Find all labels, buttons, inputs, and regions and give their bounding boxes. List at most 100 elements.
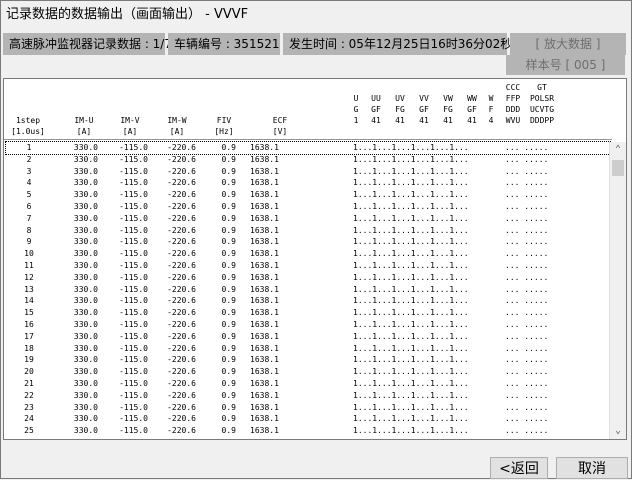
status-tail: ... ..... bbox=[505, 331, 549, 341]
bit-header-4-line-2: VV bbox=[419, 94, 429, 103]
table-row[interactable]: 1 330.0 -115.0 -220.6 0.9 1638.1 1...1...1...1… bbox=[5, 141, 611, 155]
ecf-value: 1638.1 bbox=[250, 296, 279, 306]
ecf-value: 1638.1 bbox=[250, 166, 279, 176]
cancel-button[interactable]: 取消 bbox=[556, 457, 628, 479]
im-w-value: -220.6 bbox=[167, 331, 196, 341]
im-v-value: -115.0 bbox=[119, 296, 148, 306]
table-row[interactable]: 20 330.0 -115.0 -220.6 0.9 1638.1 1...1...1...… bbox=[6, 366, 610, 378]
im-u-value: 330.0 bbox=[73, 296, 98, 306]
table-row[interactable]: 7 330.0 -115.0 -220.6 0.9 1638.1 1...1...1...1… bbox=[6, 213, 610, 225]
bit-header-3-line-4: 41 bbox=[395, 116, 405, 125]
bit-header-2-line-4: 41 bbox=[371, 116, 381, 125]
status-tail: ... ..... bbox=[505, 237, 549, 247]
table-row[interactable]: 12 330.0 -115.0 -220.6 0.9 1638.1 1...1...1...… bbox=[6, 272, 610, 284]
status-tail: ... ..... bbox=[505, 355, 549, 365]
ecf-value: 1638.1 bbox=[250, 367, 279, 377]
fiv-value: 0.9 bbox=[221, 343, 236, 353]
table-row[interactable]: 15 330.0 -115.0 -220.6 0.9 1638.1 1...1...1...… bbox=[6, 307, 610, 319]
header-fiv: FIV bbox=[216, 116, 232, 125]
occurrence-time: 发生时间 : 05年12月25日16时36分02秒 bbox=[283, 33, 512, 55]
table-row[interactable]: 11 330.0 -115.0 -220.6 0.9 1638.1 1...1...1...… bbox=[6, 260, 610, 272]
im-w-value: -220.6 bbox=[167, 379, 196, 388]
status-tail: ... ..... bbox=[505, 367, 549, 377]
im-v-value: -115.0 bbox=[119, 320, 148, 329]
table-row[interactable]: 23 330.0 -115.0 -220.6 0.9 1638.1 1...1...1...… bbox=[6, 402, 610, 414]
status-tail: ... ..... bbox=[505, 379, 549, 388]
table-row[interactable]: 9 330.0 -115.0 -220.6 0.9 1638.1 1...1...1...1… bbox=[6, 236, 610, 248]
table-row[interactable]: 3 330.0 -115.0 -220.6 0.9 1638.1 1...1...1...1… bbox=[6, 166, 610, 178]
bit-flags: 1...1...1...1...1...1... bbox=[353, 414, 469, 424]
row-number: 6 bbox=[26, 202, 32, 211]
vertical-scrollbar[interactable]: ⌃ ⌄ bbox=[609, 142, 626, 439]
header-imu: IM-U bbox=[74, 116, 94, 125]
im-u-value: 330.0 bbox=[73, 178, 98, 188]
ecf-value: 1638.1 bbox=[250, 320, 279, 329]
im-w-value: -220.6 bbox=[167, 355, 196, 365]
fiv-value: 0.9 bbox=[221, 426, 236, 436]
info-bar: 高速脉冲监视器记录数据 : 1/7 车辆编号 : 351521 发生时间 : 0… bbox=[3, 33, 626, 55]
bit-header-6-line-2: WW bbox=[467, 94, 477, 103]
status-tail: ... ..... bbox=[505, 308, 549, 318]
table-row[interactable]: 13 330.0 -115.0 -220.6 0.9 1638.1 1...1...1...… bbox=[6, 284, 610, 296]
bit-header-8-line-2: FFP bbox=[505, 94, 521, 103]
fiv-value: 0.9 bbox=[221, 225, 236, 235]
table-row[interactable]: 5 330.0 -115.0 -220.6 0.9 1638.1 1...1...1...1… bbox=[6, 189, 610, 201]
im-w-value: -220.6 bbox=[167, 367, 196, 377]
table-row[interactable]: 24 330.0 -115.0 -220.6 0.9 1638.1 1...1...1...… bbox=[6, 413, 610, 425]
back-button[interactable]: <返回 bbox=[490, 457, 548, 479]
table-row[interactable]: 10 330.0 -115.0 -220.6 0.9 1638.1 1...1...1...… bbox=[6, 248, 610, 260]
zoom-data-button[interactable]: [ 放大数据 ] bbox=[510, 33, 626, 55]
table-row[interactable]: 25 330.0 -115.0 -220.6 0.9 1638.1 1...1...1...… bbox=[6, 425, 610, 437]
ecf-value: 1638.1 bbox=[250, 379, 279, 388]
ecf-value: 1638.1 bbox=[250, 272, 279, 282]
bit-header-3-line-2: UV bbox=[395, 94, 405, 103]
header-unit-imv: [A] bbox=[122, 127, 138, 136]
bit-flags: 1...1...1...1...1...1... bbox=[353, 284, 469, 294]
row-number: 18 bbox=[24, 343, 34, 353]
bit-flags: 1...1...1...1...1...1... bbox=[353, 367, 469, 377]
im-v-value: -115.0 bbox=[119, 426, 148, 436]
bit-header-8-line-4: WVU bbox=[505, 116, 521, 125]
table-row[interactable]: 6 330.0 -115.0 -220.6 0.9 1638.1 1...1...1...1… bbox=[6, 201, 610, 213]
im-v-value: -115.0 bbox=[119, 414, 148, 424]
bit-flags: 1...1...1...1...1...1... bbox=[353, 190, 469, 200]
chevron-up-icon[interactable]: ⌃ bbox=[610, 142, 626, 158]
im-w-value: -220.6 bbox=[167, 202, 196, 211]
im-u-value: 330.0 bbox=[73, 331, 98, 341]
im-v-value: -115.0 bbox=[119, 284, 148, 294]
header-imw: IM-W bbox=[167, 116, 187, 125]
scroll-thumb[interactable] bbox=[612, 160, 624, 176]
table-row[interactable]: 16 330.0 -115.0 -220.6 0.9 1638.1 1...1...1...… bbox=[6, 319, 610, 331]
table-row[interactable]: 4 330.0 -115.0 -220.6 0.9 1638.1 1...1...1...1… bbox=[6, 177, 610, 189]
table-row[interactable]: 22 330.0 -115.0 -220.6 0.9 1638.1 1...1...1...… bbox=[6, 390, 610, 402]
table-row[interactable]: 21 330.0 -115.0 -220.6 0.9 1638.1 1...1...1...… bbox=[6, 378, 610, 390]
table-row[interactable]: 2 330.0 -115.0 -220.6 0.9 1638.1 1...1...1...1… bbox=[6, 154, 610, 166]
table-row[interactable]: 18 330.0 -115.0 -220.6 0.9 1638.1 1...1...1...… bbox=[6, 343, 610, 355]
im-v-value: -115.0 bbox=[119, 261, 148, 270]
fiv-value: 0.9 bbox=[221, 166, 236, 176]
header-step: 1step bbox=[15, 116, 41, 125]
table-row[interactable]: 17 330.0 -115.0 -220.6 0.9 1638.1 1...1...1...… bbox=[6, 331, 610, 343]
row-number: 7 bbox=[26, 213, 32, 223]
im-w-value: -220.6 bbox=[167, 213, 196, 223]
fiv-value: 0.9 bbox=[221, 272, 236, 282]
fiv-value: 0.9 bbox=[221, 261, 236, 270]
ecf-value: 1638.1 bbox=[250, 261, 279, 270]
bit-header-5-line-3: FG bbox=[443, 105, 453, 114]
row-number: 24 bbox=[24, 414, 34, 424]
im-u-value: 330.0 bbox=[73, 190, 98, 200]
im-w-value: -220.6 bbox=[167, 343, 196, 353]
table-row[interactable]: 14 330.0 -115.0 -220.6 0.9 1638.1 1...1...1...… bbox=[6, 295, 610, 307]
car-number: 车辆编号 : 351521 bbox=[168, 33, 280, 55]
im-v-value: -115.0 bbox=[119, 308, 148, 318]
bit-header-7-line-2: W bbox=[488, 94, 494, 103]
header-unit-ecf: [V] bbox=[272, 127, 288, 136]
row-number: 2 bbox=[26, 154, 32, 164]
fiv-value: 0.9 bbox=[221, 367, 236, 377]
table-row[interactable]: 8 330.0 -115.0 -220.6 0.9 1638.1 1...1...1...1… bbox=[6, 225, 610, 237]
table-row[interactable]: 19 330.0 -115.0 -220.6 0.9 1638.1 1...1...1...… bbox=[6, 354, 610, 366]
bit-flags: 1...1...1...1...1...1... bbox=[353, 426, 469, 436]
im-v-value: -115.0 bbox=[119, 272, 148, 282]
ecf-value: 1638.1 bbox=[250, 154, 279, 164]
chevron-down-icon[interactable]: ⌄ bbox=[610, 423, 626, 439]
